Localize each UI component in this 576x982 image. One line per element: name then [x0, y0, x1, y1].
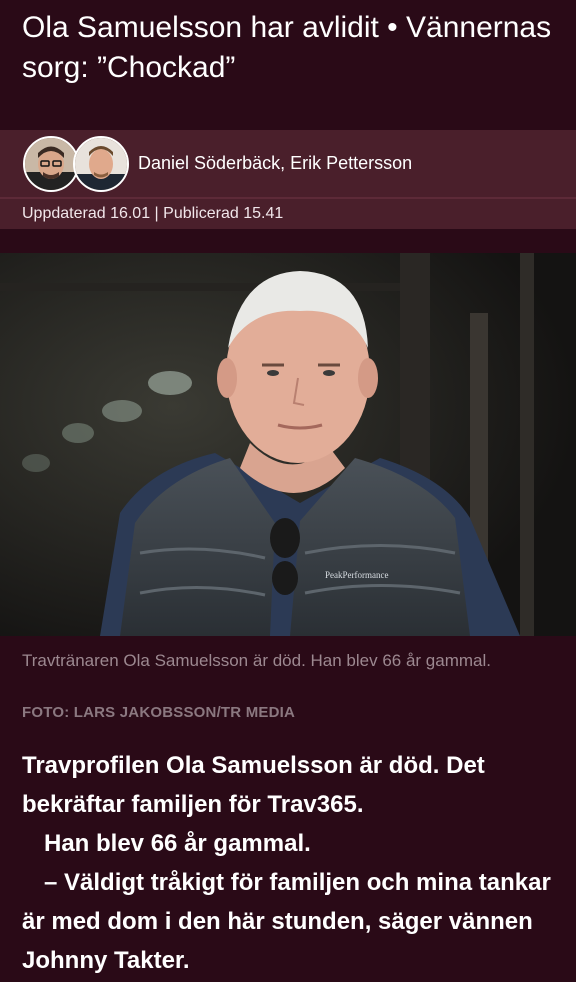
paragraph: Travprofilen Ola Samuelsson är död. Det …: [22, 752, 485, 818]
byline-bar: Daniel Söderbäck, Erik Pettersson: [0, 130, 576, 197]
paragraph: Han blev 66 år gammal.: [44, 830, 311, 857]
article-headline: Ola Samuelsson har avlidit • Vännernas s…: [22, 11, 552, 84]
avatar[interactable]: [23, 135, 79, 192]
paragraph: – Väldigt tråkigt för familjen och mina …: [22, 869, 551, 974]
publish-meta-bar: Uppdaterad 16.01 | Publicerad 15.41: [0, 199, 576, 229]
publish-meta: Uppdaterad 16.01 | Publicerad 15.41: [22, 205, 284, 222]
author-names[interactable]: Daniel Söderbäck, Erik Pettersson: [138, 153, 412, 174]
photo-credit: FOTO: LARS JAKOBSSON/TR MEDIA: [22, 704, 296, 721]
author-avatars[interactable]: [23, 135, 133, 192]
photo-caption: Travtränaren Ola Samuelsson är död. Han …: [22, 651, 491, 670]
jacket-brand-text: PeakPerformance: [325, 570, 388, 580]
avatar[interactable]: [73, 135, 129, 192]
article-body: Travprofilen Ola Samuelsson är död. Det …: [22, 746, 562, 980]
article-photo[interactable]: PeakPerformance: [0, 253, 576, 636]
